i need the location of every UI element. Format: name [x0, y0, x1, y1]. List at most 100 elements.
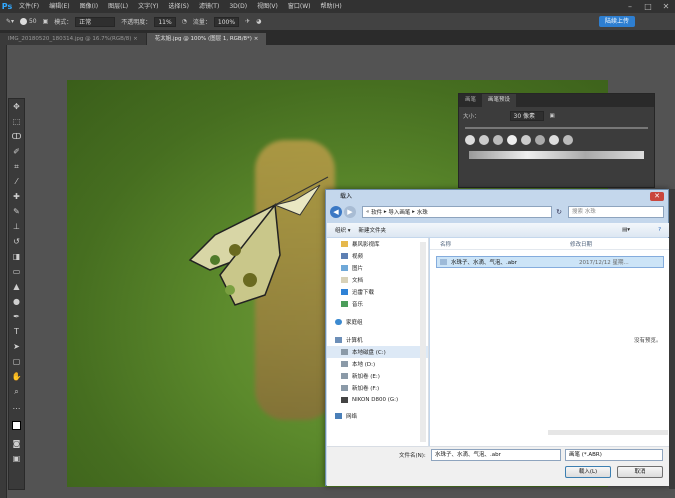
load-button[interactable]: 载入(L)	[565, 466, 611, 478]
menu-select[interactable]: 选择(S)	[163, 0, 194, 13]
size-input[interactable]: 30 像素	[509, 111, 544, 121]
brush-preset-icon[interactable]	[507, 135, 517, 145]
tab-active-file[interactable]: 花太姐.jpg @ 100% (图层 1, RGB/8*) ×	[146, 33, 268, 45]
menu-filter[interactable]: 滤镜(T)	[194, 0, 224, 13]
nav-item-documents[interactable]: 文档	[327, 274, 428, 286]
hand-tool-icon[interactable]: ✋	[9, 369, 24, 384]
path-select-icon[interactable]: ➤	[9, 339, 24, 354]
view-options-icon[interactable]: ▤▾	[622, 227, 630, 233]
menu-layer[interactable]: 图层(L)	[103, 0, 133, 13]
tab-img-file[interactable]: IMG_20180520_180314.jpg @ 16.7%(RGB/8) ×	[0, 33, 147, 45]
shape-tool-icon[interactable]: ▢	[9, 354, 24, 369]
brush-panel-icon[interactable]: ▣	[43, 18, 49, 25]
menu-3d[interactable]: 3D(D)	[224, 0, 252, 13]
path-segment[interactable]: 软件	[371, 208, 382, 216]
nav-item-pictures[interactable]: 图片	[327, 262, 428, 274]
eraser-icon[interactable]: ◨	[9, 249, 24, 264]
gradient-icon[interactable]: ▭	[9, 264, 24, 279]
nav-item-drive-d[interactable]: 本地 (D:)	[327, 358, 428, 370]
refresh-icon[interactable]: ↻	[556, 208, 562, 216]
file-row[interactable]: 水珠子、水滴、气泡、.abr 2017/12/12 星期...	[436, 256, 664, 268]
new-folder-button[interactable]: 新建文件夹	[359, 226, 387, 234]
brush-preset-icon[interactable]	[479, 135, 489, 145]
tab-brush[interactable]: 画笔	[459, 94, 482, 107]
nav-item-nikon[interactable]: NIKON D800 (G:)	[327, 394, 428, 406]
blur-tool-icon[interactable]: ▲	[9, 279, 24, 294]
menu-help[interactable]: 帮助(H)	[316, 0, 347, 13]
column-name-header[interactable]: 名称	[440, 240, 570, 248]
pressure-opacity-icon[interactable]: ◔	[182, 18, 187, 25]
minimize-icon[interactable]: –	[621, 0, 639, 13]
brush-preset-icon[interactable]	[563, 135, 573, 145]
forward-icon[interactable]: ▶	[344, 206, 356, 218]
nav-item-music[interactable]: 音乐	[327, 298, 428, 310]
quick-select-icon[interactable]: ✐	[9, 144, 24, 159]
type-tool-icon[interactable]: T	[9, 324, 24, 339]
nav-item-network[interactable]: 网络	[327, 410, 428, 422]
brush-tool-icon[interactable]: ✎▾	[6, 18, 14, 25]
path-overflow[interactable]: «	[366, 209, 369, 215]
mode-select[interactable]: 正常	[75, 16, 116, 27]
filename-input[interactable]: 水珠子、水滴、气泡、.abr	[431, 449, 561, 461]
move-tool-icon[interactable]: ✥	[9, 99, 24, 114]
lasso-tool-icon[interactable]: ↀ	[9, 129, 24, 144]
clone-stamp-icon[interactable]: ⊥	[9, 219, 24, 234]
maximize-icon[interactable]: □	[639, 0, 657, 13]
organize-button[interactable]: 组织 ▾	[335, 226, 351, 234]
back-icon[interactable]: ◀	[330, 206, 342, 218]
eyedropper-icon[interactable]: ⁄	[9, 174, 24, 189]
cloud-upload-button[interactable]: 陆续上传	[598, 16, 635, 27]
opacity-input[interactable]: 11%	[154, 16, 176, 27]
zoom-tool-icon[interactable]: ⌕	[9, 384, 24, 399]
path-segment[interactable]: 导入画笔	[388, 208, 410, 216]
nav-item-computer[interactable]: 计算机	[327, 334, 428, 346]
pressure-size-icon[interactable]: ◕	[256, 18, 261, 25]
brush-preset-picker[interactable]: 50	[20, 18, 37, 25]
menu-file[interactable]: 文件(F)	[14, 0, 44, 13]
brush-preset-icon[interactable]	[549, 135, 559, 145]
menu-window[interactable]: 窗口(W)	[283, 0, 316, 13]
quick-mask-icon[interactable]: ◙	[9, 436, 24, 451]
crop-tool-icon[interactable]: ⌗	[9, 159, 24, 174]
help-icon[interactable]: ?	[658, 227, 661, 233]
close-icon[interactable]: ✕	[657, 0, 675, 13]
brush-tool-icon[interactable]: ✎	[9, 204, 24, 219]
healing-brush-icon[interactable]: ✚	[9, 189, 24, 204]
brush-preset-icon[interactable]	[535, 135, 545, 145]
horizontal-scrollbar[interactable]	[548, 430, 668, 435]
nav-item-drive-e[interactable]: 新加卷 (E:)	[327, 370, 428, 382]
menu-image[interactable]: 图像(I)	[75, 0, 103, 13]
panel-menu-icon[interactable]: ▣	[550, 113, 555, 119]
nav-item-video-lib[interactable]: 暴风影视库	[327, 238, 428, 250]
dodge-tool-icon[interactable]: ●	[9, 294, 24, 309]
screen-mode-icon[interactable]: ▣	[9, 451, 24, 466]
size-slider[interactable]	[465, 127, 648, 129]
color-swatches-icon[interactable]	[9, 414, 24, 436]
cancel-button[interactable]: 取消	[617, 466, 663, 478]
brush-preset-icon[interactable]	[493, 135, 503, 145]
column-date-header[interactable]: 修改日期	[570, 240, 592, 248]
search-input[interactable]: 搜索 水珠	[568, 206, 664, 218]
marquee-tool-icon[interactable]: ⬚	[9, 114, 24, 129]
menu-edit[interactable]: 编辑(E)	[44, 0, 74, 13]
nav-item-drive-c[interactable]: 本地磁盘 (C:)	[327, 346, 428, 358]
history-brush-icon[interactable]: ↺	[9, 234, 24, 249]
dialog-close-icon[interactable]: ✕	[650, 192, 664, 201]
airbrush-icon[interactable]: ✈	[245, 18, 250, 25]
path-breadcrumb[interactable]: « 软件 ▸ 导入画笔 ▸ 水珠	[362, 206, 553, 218]
brush-preset-icon[interactable]	[465, 135, 475, 145]
path-segment[interactable]: 水珠	[417, 208, 428, 216]
filetype-select[interactable]: 画笔 (*.ABR)	[565, 449, 663, 461]
nav-item-thunder[interactable]: 迅雷下载	[327, 286, 428, 298]
menu-view[interactable]: 视图(V)	[252, 0, 283, 13]
flow-input[interactable]: 100%	[213, 16, 240, 27]
menu-type[interactable]: 文字(Y)	[133, 0, 163, 13]
pen-tool-icon[interactable]: ✒	[9, 309, 24, 324]
brush-preset-icon[interactable]	[521, 135, 531, 145]
tab-brush-presets[interactable]: 画笔预设	[482, 94, 517, 107]
nav-item-drive-f[interactable]: 新加卷 (F:)	[327, 382, 428, 394]
nav-item-video[interactable]: 视频	[327, 250, 428, 262]
nav-item-homegroup[interactable]: 家庭组	[327, 316, 428, 328]
more-tools-icon[interactable]: …	[9, 399, 24, 414]
nav-scrollbar[interactable]	[420, 242, 426, 442]
